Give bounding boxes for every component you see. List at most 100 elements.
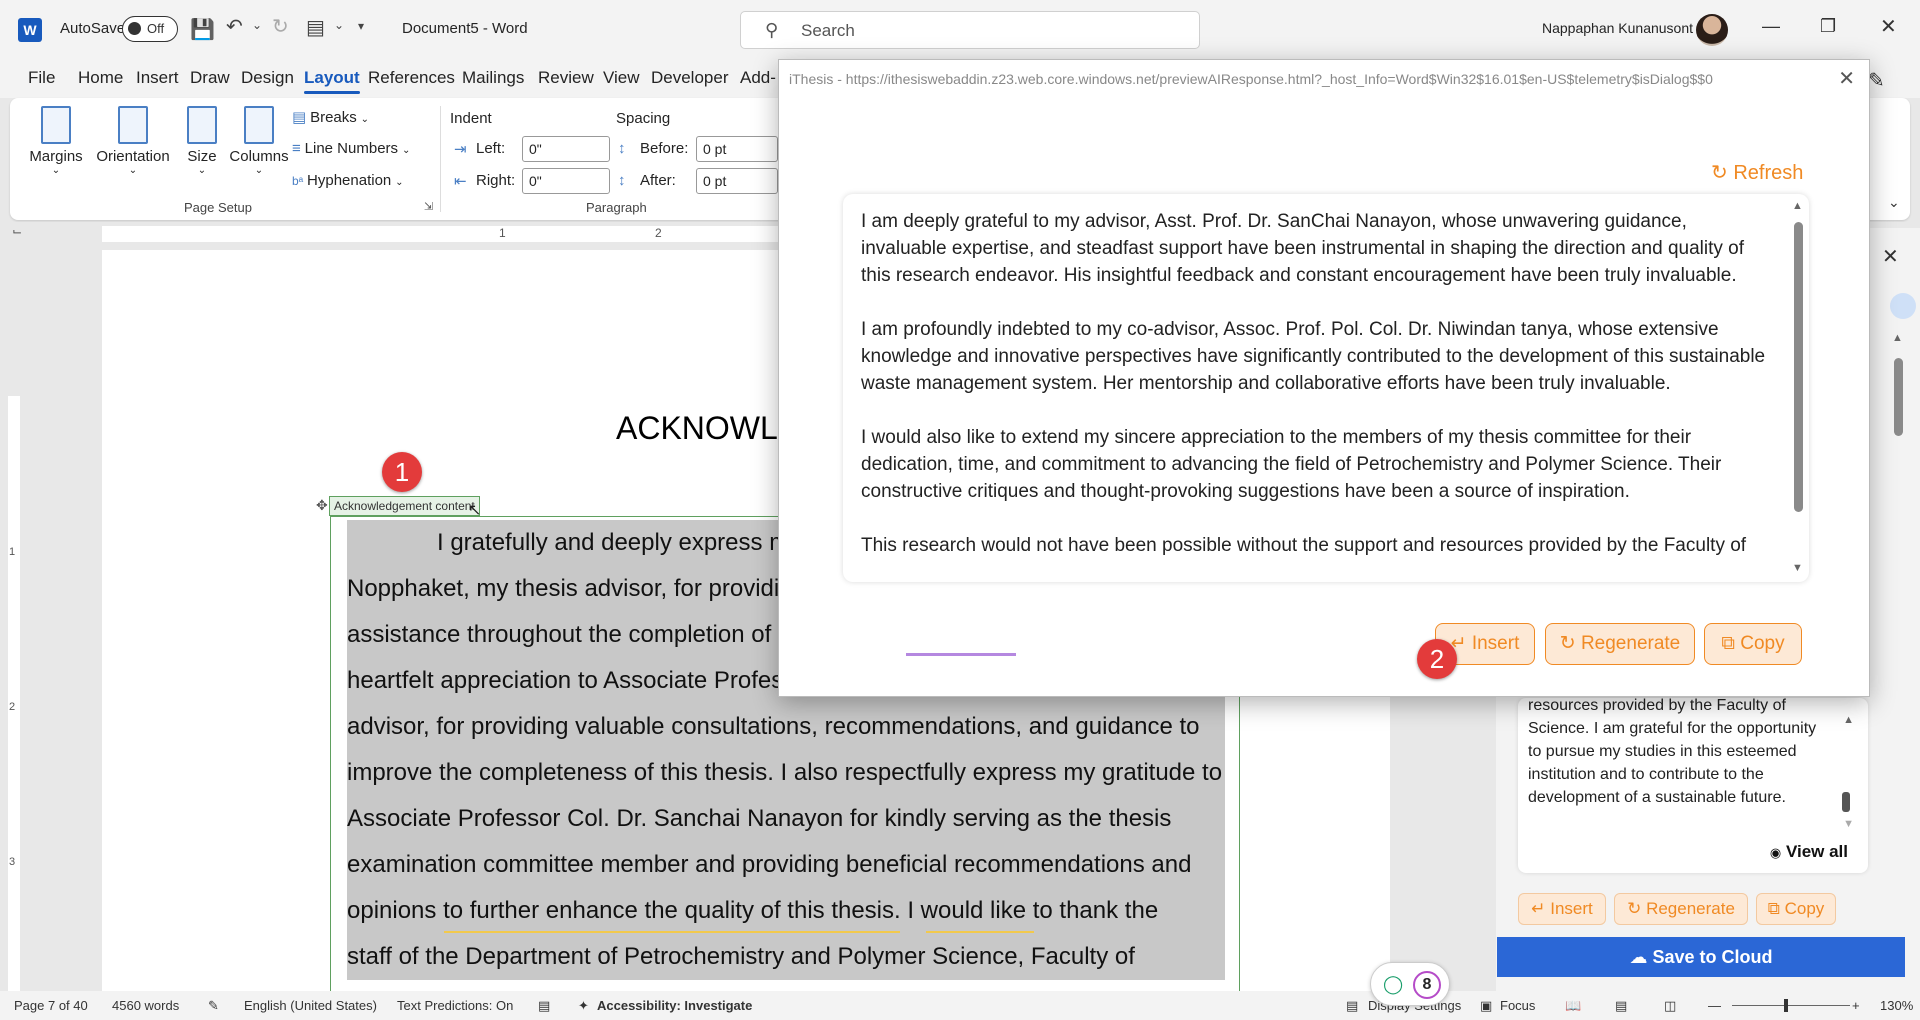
zoom-in-icon[interactable]: + [1852,998,1860,1013]
tab-mailings[interactable]: Mailings [462,68,524,88]
tab-review[interactable]: Review [538,68,594,88]
language[interactable]: English (United States) [244,998,377,1013]
size-button[interactable]: Size ⌄ [180,106,224,176]
assistant-pill[interactable]: ◯ 8 [1370,962,1450,1006]
pane-regenerate-button[interactable]: ↻ Regenerate [1614,893,1748,925]
ai-response-textbox[interactable]: I am deeply grateful to my advisor, Asst… [843,194,1809,582]
avatar[interactable] [1696,14,1728,46]
redo-icon[interactable]: ↻ [272,14,289,39]
card-scroll-down-icon[interactable]: ▼ [1843,818,1854,830]
content-control-tag[interactable]: Acknowledgement content [329,496,480,516]
tab-selector-icon[interactable]: ⌙ [12,224,22,238]
undo-icon[interactable]: ↶ [226,14,243,39]
tab-references[interactable]: References [368,68,455,88]
proofing-icon[interactable]: ✎ [208,998,219,1014]
copy-button[interactable]: ⧉ Copy [1704,623,1802,665]
columns-button[interactable]: Columns ⌄ [226,106,292,176]
autosave-toggle[interactable]: Off [122,16,178,42]
indent-right-field[interactable]: 0" [522,168,610,194]
focus-button[interactable]: Focus [1500,998,1535,1013]
tab-design[interactable]: Design [241,68,294,88]
search-box[interactable]: ⚲ Search [740,11,1200,49]
line-numbers-icon: ≡ [292,140,301,157]
editing-pencil-icon[interactable]: ✎ [1868,68,1885,93]
macro-icon[interactable]: ▤ [538,998,550,1014]
scrollbar-thumb[interactable] [1794,222,1803,512]
view-all-button[interactable]: ◉ View all [1770,842,1848,862]
tab-file[interactable]: File [28,68,55,88]
hyphenation-button[interactable]: bᵃ Hyphenation ⌄ [292,172,404,189]
move-handle-icon[interactable]: ✥ [316,497,328,514]
spacing-before-field[interactable]: 0 pt [696,136,778,162]
indent-left-icon: ⇥ [454,141,467,158]
word-logo-icon: W [18,18,42,42]
chevron-down-icon: ⌄ [128,165,138,176]
pane-close-icon[interactable]: ✕ [1882,244,1899,269]
minimize-icon[interactable]: — [1762,16,1780,37]
search-placeholder: Search [801,21,855,40]
word-count[interactable]: 4560 words [112,998,179,1013]
document-heading: ACKNOWLI [616,410,787,446]
regenerate-label: Regenerate [1580,633,1681,654]
save-to-cloud-button[interactable]: ☁ Save to Cloud [1497,937,1905,977]
pane-copy-button[interactable]: ⧉ Copy [1756,893,1836,925]
save-icon[interactable]: 💾 [190,17,215,42]
pane-scroll-hint-icon [1890,293,1916,319]
tab-home[interactable]: Home [78,68,123,88]
breaks-button[interactable]: ▤ Breaks ⌄ [292,108,369,126]
line-numbers-button[interactable]: ≡ Line Numbers ⌄ [292,140,410,157]
ribbon-collapse-icon[interactable]: ⌄ [1888,194,1900,211]
customize-qat-icon[interactable]: ▾ [358,19,364,33]
document-line: improve the completeness of this thesis.… [347,759,1223,786]
card-scroll-up-icon[interactable]: ▲ [1843,714,1854,726]
spacing-after-field[interactable]: 0 pt [696,168,778,194]
layout-dropdown-icon[interactable]: ⌄ [334,18,344,32]
tab-insert[interactable]: Insert [136,68,179,88]
orientation-button[interactable]: Orientation ⌄ [88,106,178,176]
content-control-label: Acknowledgement content [334,499,475,513]
layout-icon[interactable]: ▤ [306,15,325,40]
read-mode-icon[interactable]: 📖 [1565,998,1581,1014]
size-label: Size [187,148,217,165]
tab-developer[interactable]: Developer [651,68,729,88]
pane-scrollbar-thumb[interactable] [1894,358,1903,436]
zoom-slider[interactable] [1732,1005,1850,1006]
pane-result-text: resources provided by the Faculty of Sci… [1528,698,1817,806]
close-icon[interactable]: ✕ [1880,14,1897,39]
text-predictions[interactable]: Text Predictions: On [397,998,513,1013]
dialog-launcher-icon[interactable]: ⇲ [424,200,433,213]
page-count[interactable]: Page 7 of 40 [14,998,88,1013]
dialog-close-icon[interactable]: ✕ [1838,66,1855,91]
margins-button[interactable]: Margins ⌄ [26,106,86,176]
pane-result-card: resources provided by the Faculty of Sci… [1518,698,1868,873]
undo-dropdown-icon[interactable]: ⌄ [252,18,262,32]
autosave-label: AutoSave [60,20,126,37]
chevron-down-icon: ⌄ [254,165,264,176]
zoom-slider-thumb[interactable] [1784,999,1788,1012]
pane-insert-button[interactable]: ↵ Insert [1518,893,1606,925]
bulb-icon: ◯ [1383,974,1404,994]
refresh-button[interactable]: ↻ Refresh [1711,160,1803,185]
dialog-scrollbar[interactable]: ▲ ▼ [1791,200,1805,576]
restore-icon[interactable]: ❐ [1820,16,1836,37]
scroll-up-icon[interactable]: ▲ [1792,200,1803,212]
indent-right-value: 0" [529,173,542,189]
accessibility-status[interactable]: Accessibility: Investigate [597,998,752,1013]
print-layout-icon[interactable]: ▤ [1615,998,1627,1014]
card-scroll-thumb[interactable] [1842,792,1850,812]
tab-layout[interactable]: Layout [304,68,360,94]
chevron-down-icon: ⌄ [360,114,370,125]
web-layout-icon[interactable]: ◫ [1664,998,1676,1014]
document-line: examination committee member and providi… [347,851,1192,878]
spacing-before-value: 0 pt [703,141,727,157]
zoom-level[interactable]: 130% [1880,998,1913,1013]
indent-left-field[interactable]: 0" [522,136,610,162]
scroll-down-icon[interactable]: ▼ [1792,562,1803,574]
tab-view[interactable]: View [603,68,640,88]
zoom-out-icon[interactable]: — [1708,998,1721,1013]
tab-addins[interactable]: Add- [740,68,776,88]
pane-scroll-up-icon[interactable]: ▲ [1892,332,1903,344]
tab-draw[interactable]: Draw [190,68,230,88]
size-icon [187,106,217,144]
regenerate-button[interactable]: ↻ Regenerate [1545,623,1695,665]
